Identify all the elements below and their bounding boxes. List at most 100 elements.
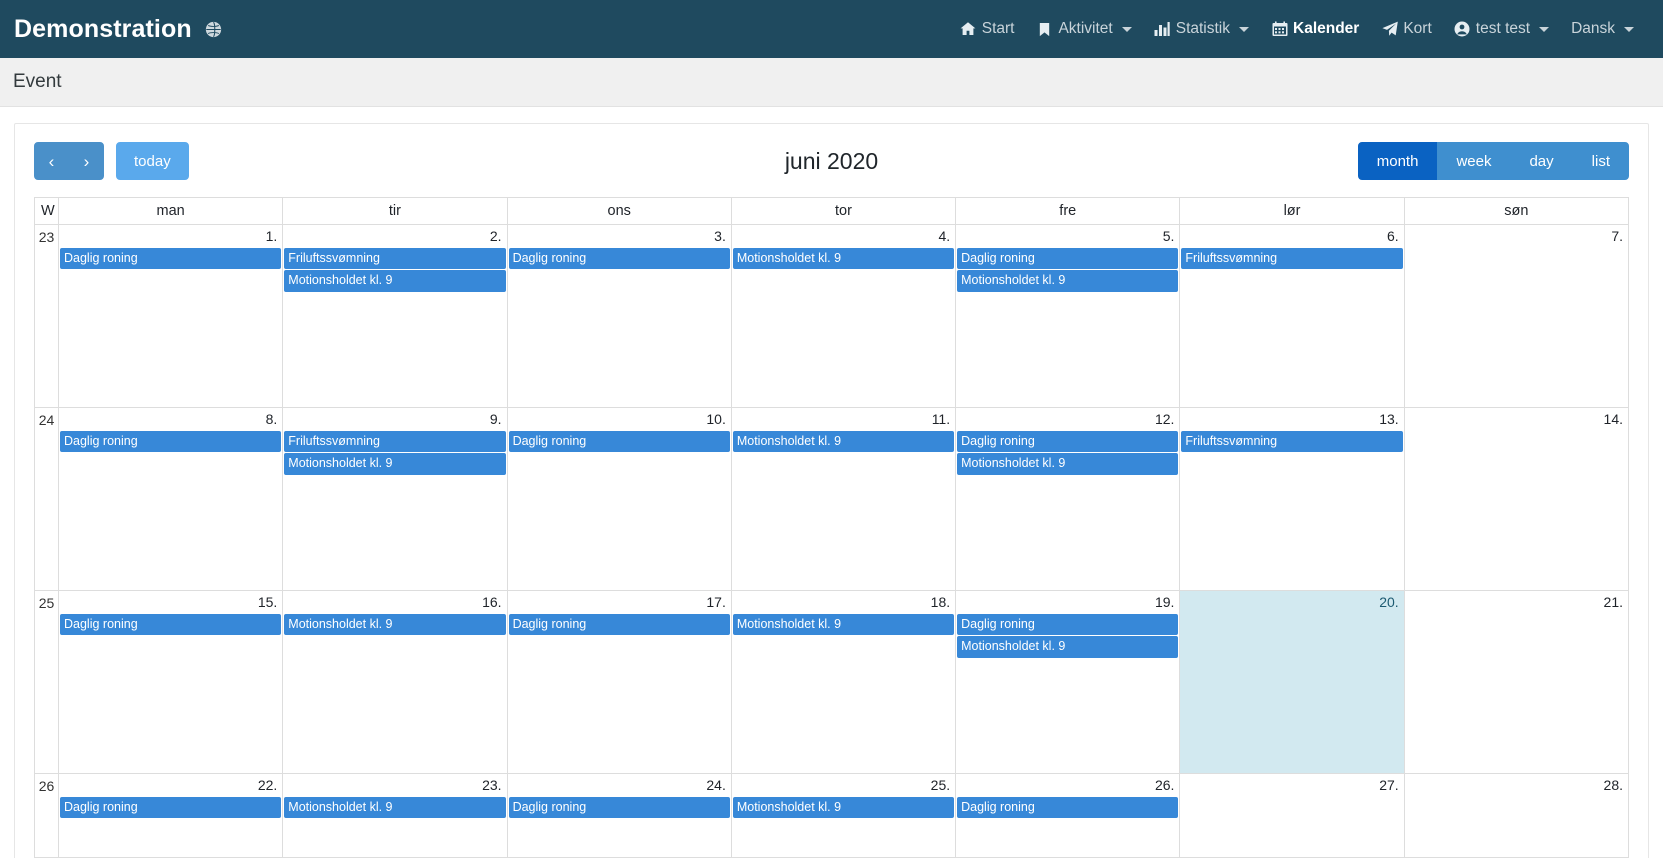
nav-item-kalender[interactable]: Kalender — [1260, 14, 1370, 44]
brand-link[interactable]: Demonstration — [14, 15, 223, 44]
day-cell[interactable]: 25. Motionsholdet kl. 9 — [730, 773, 957, 858]
calendar-event[interactable]: Motionsholdet kl. 9 — [284, 796, 506, 818]
calendar-toolbar: ‹ › today juni 2020 month week day list — [34, 142, 1629, 180]
day-number: 14. — [1603, 411, 1623, 427]
calendar-event[interactable]: Daglig roning — [60, 430, 282, 452]
day-cell[interactable]: 18. Motionsholdet kl. 9 — [730, 590, 957, 774]
view-button-month[interactable]: month — [1357, 142, 1438, 180]
day-cell[interactable]: 19. Daglig roning Motionsholdet kl. 9 — [955, 590, 1181, 774]
calendar-event[interactable]: Motionsholdet kl. 9 — [284, 613, 506, 635]
day-number: 15. — [257, 594, 278, 610]
day-events: Motionsholdet kl. 9 — [283, 613, 506, 635]
day-cell[interactable]: 8. Daglig roning — [57, 407, 284, 591]
day-cell[interactable]: 3. Daglig roning — [506, 224, 732, 408]
calendar-event[interactable]: Daglig roning — [508, 613, 730, 635]
calendar-event[interactable]: Motionsholdet kl. 9 — [957, 453, 1179, 475]
day-cell[interactable]: 17. Daglig roning — [506, 590, 732, 774]
day-events: Friluftssvømning — [1180, 247, 1403, 269]
nav-item-dansk[interactable]: Dansk — [1560, 14, 1645, 44]
day-cell[interactable]: 4. Motionsholdet kl. 9 — [730, 224, 957, 408]
today-button[interactable]: today — [116, 142, 189, 180]
day-cell[interactable]: 1. Daglig roning — [57, 224, 284, 408]
day-cell[interactable]: 22. Daglig roning — [57, 773, 284, 858]
next-month-button[interactable]: › — [69, 142, 104, 180]
view-button-list[interactable]: list — [1572, 142, 1629, 180]
day-cell[interactable]: 11. Motionsholdet kl. 9 — [730, 407, 957, 591]
day-cell[interactable]: 12. Daglig roning Motionsholdet kl. 9 — [955, 407, 1181, 591]
calendar-event[interactable]: Daglig roning — [957, 796, 1179, 818]
calendar-event[interactable]: Daglig roning — [957, 247, 1179, 269]
calendar-event[interactable]: Daglig roning — [508, 247, 730, 269]
day-cell[interactable]: 26. Daglig roning — [955, 773, 1181, 858]
nav-item-statistik[interactable]: Statistik — [1143, 14, 1260, 44]
calendar-week-row: 24 8. Daglig roning 9. Friluftssvømning Motio… — [34, 407, 1630, 591]
calendar-event[interactable]: Daglig roning — [60, 247, 282, 269]
prev-month-button[interactable]: ‹ — [34, 142, 69, 180]
calendar-event[interactable]: Motionsholdet kl. 9 — [957, 636, 1179, 658]
calendar-event[interactable]: Friluftssvømning — [1181, 247, 1403, 269]
day-cell[interactable]: 13. Friluftssvømning — [1179, 407, 1405, 591]
nav-item-label: Kalender — [1293, 20, 1360, 37]
day-cell[interactable]: 10. Daglig roning — [506, 407, 732, 591]
calendar-event[interactable]: Daglig roning — [60, 796, 282, 818]
calendar-event[interactable]: Daglig roning — [957, 430, 1179, 452]
calendar-event[interactable]: Daglig roning — [508, 796, 730, 818]
nav-item-kort[interactable]: Kort — [1370, 14, 1442, 44]
day-cell[interactable]: 27. — [1179, 773, 1405, 858]
calendar-event[interactable]: Friluftssvømning — [284, 247, 506, 269]
day-number: 19. — [1154, 594, 1175, 610]
nav-item-label: Kort — [1403, 20, 1432, 37]
day-cell[interactable]: 24. Daglig roning — [506, 773, 732, 858]
day-events: Daglig roning — [59, 613, 282, 635]
day-header-fre: fre — [955, 197, 1181, 225]
day-header-tor: tor — [730, 197, 957, 225]
day-number: 23. — [482, 777, 502, 793]
day-cell[interactable]: 23. Motionsholdet kl. 9 — [282, 773, 508, 858]
chevron-down-icon — [1239, 26, 1249, 32]
day-cell[interactable]: 5. Daglig roning Motionsholdet kl. 9 — [955, 224, 1181, 408]
day-cell[interactable]: 2. Friluftssvømning Motionsholdet kl. 9 — [282, 224, 508, 408]
day-cell[interactable]: 28. — [1403, 773, 1630, 858]
nav-item-start[interactable]: Start — [949, 14, 1026, 44]
calendar-grid: Wman tir ons tor fre lør søn 23 1. Daglig roning… — [34, 197, 1630, 858]
day-cell[interactable]: 7. — [1403, 224, 1630, 408]
week-number-header: W — [34, 197, 59, 225]
day-number: 11. — [931, 411, 951, 427]
nav-item-label: Start — [981, 20, 1015, 37]
calendar-event[interactable]: Motionsholdet kl. 9 — [732, 613, 955, 635]
calendar-event[interactable]: Friluftssvømning — [284, 430, 506, 452]
calendar-event[interactable]: Motionsholdet kl. 9 — [732, 247, 955, 269]
content-area: ‹ › today juni 2020 month week day list Wma… — [0, 107, 1663, 858]
calendar-event[interactable]: Friluftssvømning — [1181, 430, 1403, 452]
view-button-week[interactable]: week — [1437, 142, 1511, 180]
day-number: 6. — [1387, 228, 1399, 244]
day-number: 8. — [265, 411, 278, 427]
day-header-lør: lør — [1179, 197, 1405, 225]
page-title: Event — [13, 71, 62, 92]
calendar-event[interactable]: Daglig roning — [957, 613, 1179, 635]
calendar-event[interactable]: Motionsholdet kl. 9 — [732, 430, 955, 452]
day-events: Daglig roning — [59, 430, 282, 452]
calendar-week-row: 26 22. Daglig roning 23. Motionsholdet kl. 9… — [34, 773, 1630, 858]
day-number: 28. — [1603, 777, 1623, 793]
calendar-event[interactable]: Motionsholdet kl. 9 — [284, 453, 506, 475]
calendar-event[interactable]: Motionsholdet kl. 9 — [957, 270, 1179, 292]
nav-item-aktivitet[interactable]: Aktivitet — [1025, 14, 1142, 44]
day-number: 12. — [1154, 411, 1175, 427]
calendar-week-row: 23 1. Daglig roning 2. Friluftssvømning Motio… — [34, 224, 1630, 408]
day-cell[interactable]: 21. — [1403, 590, 1630, 774]
calendar-event[interactable]: Daglig roning — [508, 430, 730, 452]
day-number: 18. — [930, 594, 951, 610]
view-button-day[interactable]: day — [1510, 142, 1573, 180]
day-cell[interactable]: 14. — [1403, 407, 1630, 591]
day-cell[interactable]: 15. Daglig roning — [57, 590, 284, 774]
day-cell[interactable]: 9. Friluftssvømning Motionsholdet kl. 9 — [282, 407, 508, 591]
day-cell[interactable]: 20. — [1179, 590, 1405, 774]
calendar-event[interactable]: Motionsholdet kl. 9 — [732, 796, 955, 818]
day-cell[interactable]: 6. Friluftssvømning — [1179, 224, 1405, 408]
day-events: Daglig roning Motionsholdet kl. 9 — [956, 247, 1179, 292]
nav-item-test-test[interactable]: test test — [1443, 14, 1560, 44]
calendar-event[interactable]: Daglig roning — [60, 613, 282, 635]
day-cell[interactable]: 16. Motionsholdet kl. 9 — [282, 590, 508, 774]
calendar-event[interactable]: Motionsholdet kl. 9 — [284, 270, 506, 292]
